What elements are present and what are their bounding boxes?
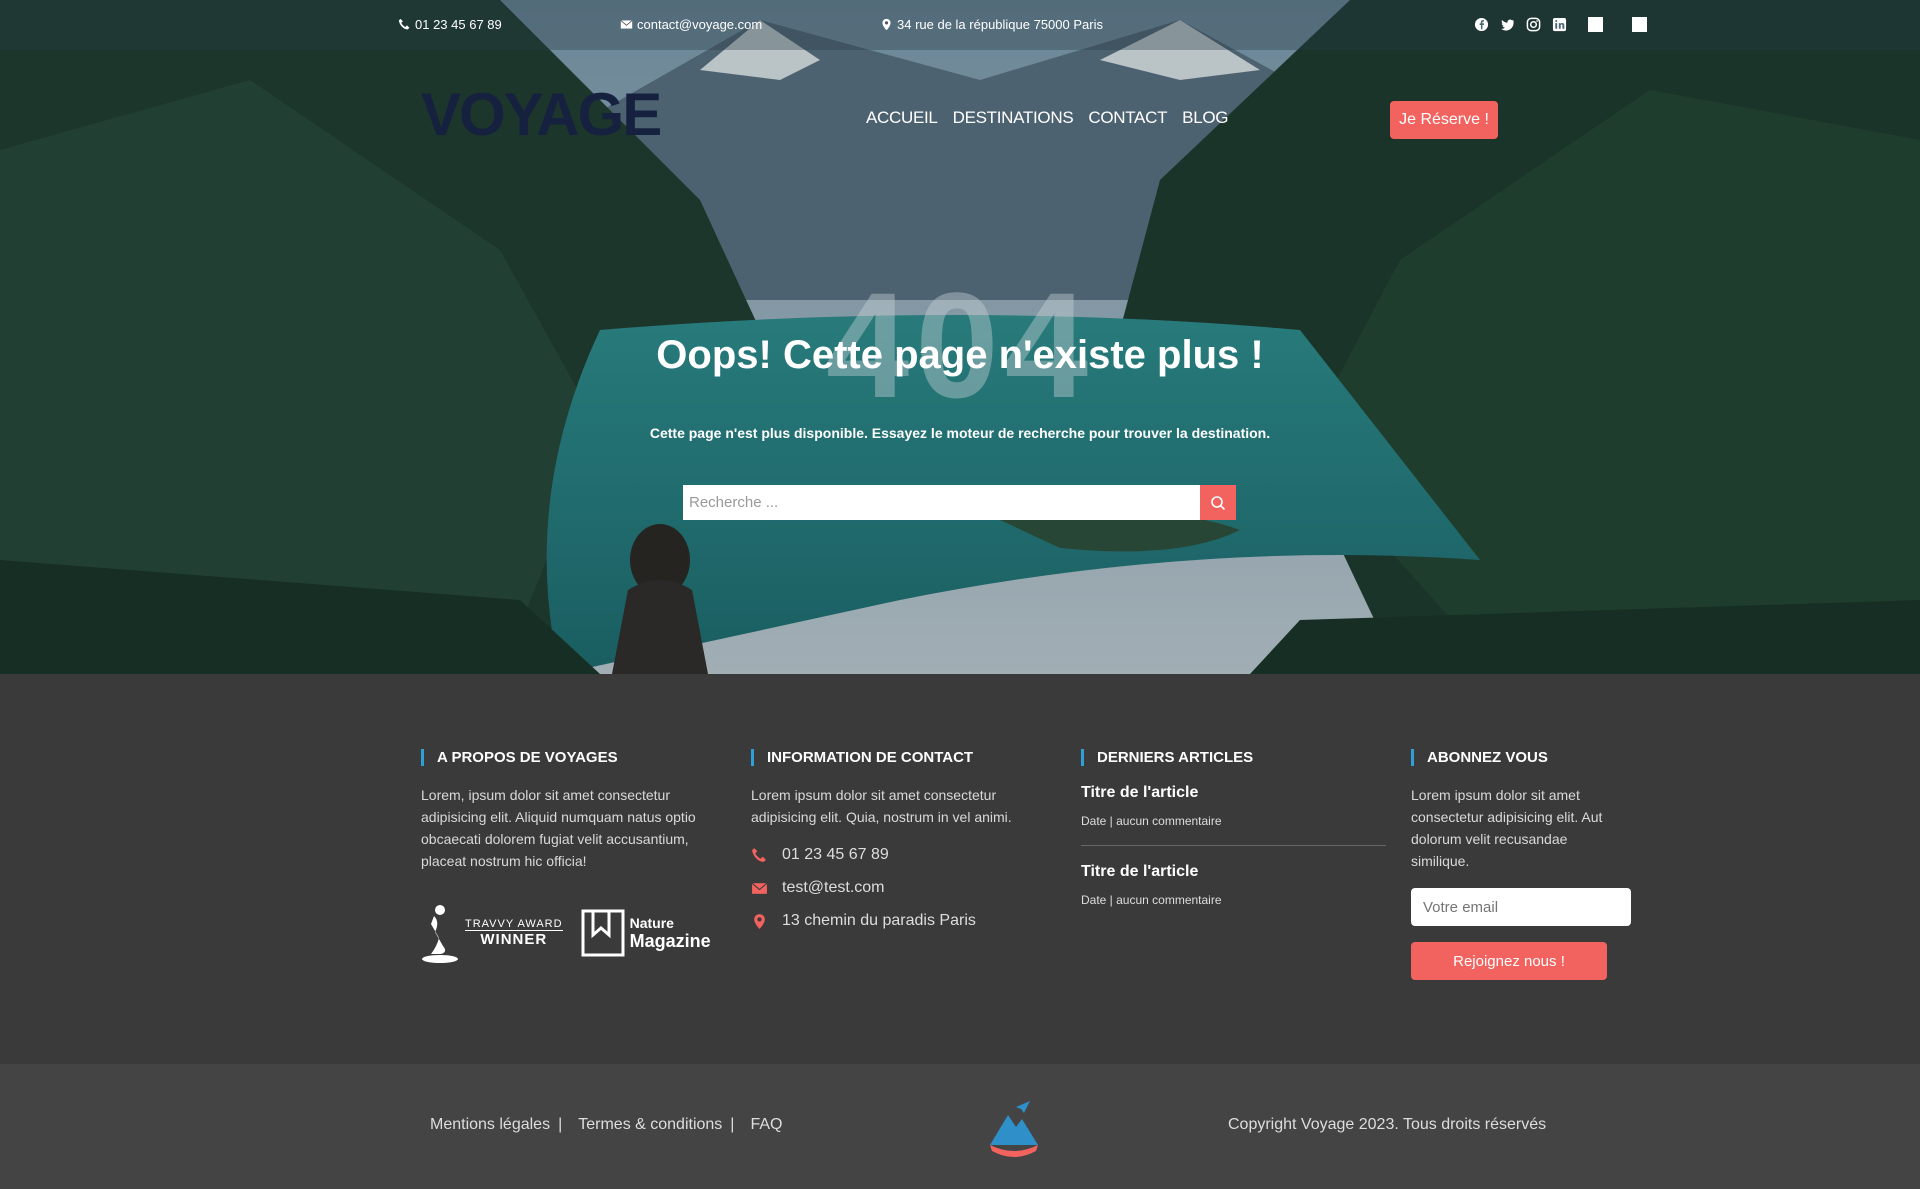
search-icon	[1211, 495, 1226, 510]
awards: TRAVVY AWARD WINNER Nature Magazine	[421, 902, 711, 964]
search-input[interactable]	[683, 485, 1200, 520]
footer-contact-text: Lorem ipsum dolor sit amet consectetur a…	[751, 787, 1012, 825]
award1-big: WINNER	[465, 930, 563, 948]
nav-item-blog[interactable]: BLOG	[1182, 108, 1228, 128]
site-logo[interactable]: VOYAGE	[421, 82, 662, 148]
envelope-icon	[751, 882, 768, 894]
article-meta: Date | aucun commentaire	[1081, 893, 1222, 907]
phone-icon	[398, 18, 410, 30]
nav-item-accueil[interactable]: ACCUEIL	[866, 108, 938, 128]
article-item[interactable]: Titre de l'article Date | aucun commenta…	[1081, 863, 1391, 907]
instagram-icon[interactable]	[1526, 17, 1541, 32]
award1-small: TRAVVY AWARD	[465, 918, 563, 930]
separator: |	[730, 1116, 735, 1133]
footer-about-text: Lorem, ipsum dolor sit amet consectetur …	[421, 787, 696, 869]
facebook-icon[interactable]	[1474, 17, 1489, 32]
link-termes-conditions[interactable]: Termes & conditions	[578, 1116, 722, 1134]
main-nav: ACCUEIL DESTINATIONS CONTACT BLOG	[866, 108, 1229, 128]
newsletter-email-input[interactable]	[1411, 888, 1631, 926]
footer: A PROPOS DE VOYAGES Lorem, ipsum dolor s…	[0, 674, 1920, 1064]
link-faq[interactable]: FAQ	[750, 1116, 782, 1134]
travvy-award-logo: TRAVVY AWARD WINNER	[421, 902, 563, 964]
article-title[interactable]: Titre de l'article	[1081, 784, 1391, 802]
nav-item-contact[interactable]: CONTACT	[1088, 108, 1167, 128]
footer-subscribe: ABONNEZ VOUS Lorem ipsum dolor sit amet …	[1411, 749, 1631, 980]
link-mentions-legales[interactable]: Mentions légales	[430, 1116, 550, 1134]
social-links	[1474, 17, 1647, 32]
contact-phone-text: 01 23 45 67 89	[782, 846, 889, 863]
envelope-icon	[620, 20, 633, 29]
footer-contact-heading: INFORMATION DE CONTACT	[751, 749, 1041, 766]
nav-item-destinations[interactable]: DESTINATIONS	[953, 108, 1074, 128]
topbar-address: 34 rue de la république 75000 Paris	[880, 17, 1103, 32]
contact-address: 13 chemin du paradis Paris	[751, 912, 1041, 930]
copyright-text: Copyright Voyage 2023. Tous droits réser…	[1228, 1116, 1547, 1133]
divider	[1632, 17, 1647, 32]
topbar-address-text: 34 rue de la république 75000 Paris	[897, 17, 1103, 32]
divider	[1588, 17, 1603, 32]
nature-magazine-logo: Nature Magazine	[581, 909, 711, 957]
error-subtitle: Cette page n'est plus disponible. Essaye…	[649, 425, 1271, 441]
top-bar: 01 23 45 67 89 contact@voyage.com 34 rue…	[0, 0, 1920, 50]
phone-icon	[752, 847, 766, 862]
article-item[interactable]: Titre de l'article Date | aucun commenta…	[1081, 784, 1391, 828]
topbar-email-text: contact@voyage.com	[637, 17, 763, 32]
footer-articles: DERNIERS ARTICLES Titre de l'article Dat…	[1081, 749, 1391, 907]
topbar-phone[interactable]: 01 23 45 67 89	[398, 17, 502, 32]
join-button[interactable]: Rejoignez nous !	[1411, 942, 1607, 980]
legal-links: Mentions légales | Termes & conditions | F…	[430, 1116, 782, 1134]
search-form	[683, 485, 1236, 520]
error-title: Oops! Cette page n'existe plus !	[656, 333, 1264, 377]
search-button[interactable]	[1200, 485, 1236, 520]
topbar-phone-text: 01 23 45 67 89	[415, 17, 502, 32]
article-title[interactable]: Titre de l'article	[1081, 863, 1391, 881]
hero: 01 23 45 67 89 contact@voyage.com 34 rue…	[0, 0, 1920, 674]
location-pin-icon	[754, 913, 765, 929]
site-logo-icon[interactable]	[986, 1097, 1042, 1157]
separator: |	[558, 1116, 563, 1133]
footer-subscribe-heading: ABONNEZ VOUS	[1411, 749, 1611, 766]
bottom-bar: Mentions légales | Termes & conditions | F…	[0, 1064, 1920, 1189]
trophy-icon	[422, 905, 458, 963]
linkedin-icon[interactable]	[1552, 17, 1567, 32]
reserve-button[interactable]: Je Réserve !	[1390, 101, 1498, 139]
contact-address-text: 13 chemin du paradis Paris	[782, 912, 976, 929]
article-meta: Date | aucun commentaire	[1081, 814, 1222, 828]
contact-email[interactable]: test@test.com	[751, 879, 1041, 897]
footer-articles-heading: DERNIERS ARTICLES	[1081, 749, 1391, 766]
location-pin-icon	[882, 18, 891, 31]
contact-email-text: test@test.com	[782, 879, 885, 896]
twitter-icon[interactable]	[1500, 17, 1515, 32]
article-divider	[1081, 845, 1386, 846]
footer-about-heading: A PROPOS DE VOYAGES	[421, 749, 711, 766]
footer-about: A PROPOS DE VOYAGES Lorem, ipsum dolor s…	[421, 749, 711, 964]
award2-small: Nature	[629, 914, 674, 931]
bookmark-icon	[581, 909, 625, 957]
award2-big: Magazine	[629, 930, 711, 951]
footer-contact: INFORMATION DE CONTACT Lorem ipsum dolor…	[751, 749, 1041, 930]
footer-subscribe-text: Lorem ipsum dolor sit amet consectetur a…	[1411, 787, 1603, 869]
contact-phone[interactable]: 01 23 45 67 89	[751, 846, 1041, 864]
topbar-email[interactable]: contact@voyage.com	[620, 17, 762, 32]
